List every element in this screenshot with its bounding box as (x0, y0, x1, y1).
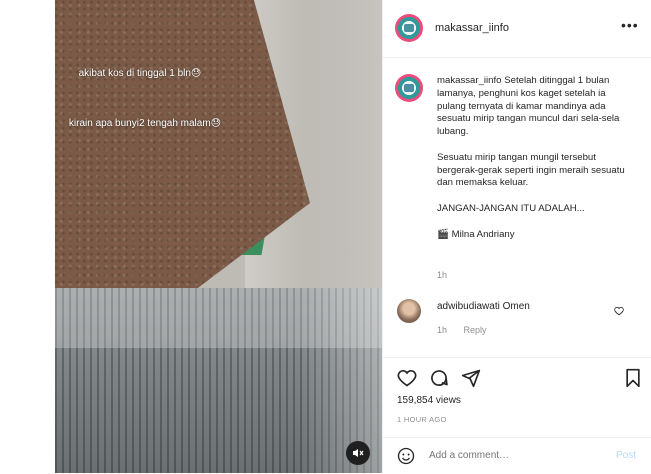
commenter-avatar[interactable] (397, 299, 421, 323)
caption-author-avatar[interactable] (395, 74, 423, 102)
author-avatar[interactable] (395, 14, 423, 42)
video-light-edge (300, 0, 382, 473)
reply-button[interactable]: Reply (464, 325, 487, 335)
speaker-muted-icon (353, 449, 364, 457)
paper-plane-icon[interactable] (461, 368, 481, 388)
comment-body: Omen (502, 301, 530, 312)
comment-heart-icon[interactable] (614, 306, 624, 316)
post-sidebar: makassar_iinfo ••• makassar_iinfo Setela… (382, 0, 651, 473)
comment-input[interactable] (429, 450, 579, 461)
caption-paragraph-3: JANGAN-JANGAN ITU ADALAH... (437, 202, 585, 214)
add-comment-row: Post (383, 437, 651, 474)
post-header: makassar_iinfo ••• (383, 0, 651, 58)
bookmark-icon[interactable] (623, 368, 643, 388)
caption-paragraph-4: 🎬 Milna Andriany (437, 228, 515, 240)
post-video[interactable]: akibat kos di tinggal 1 bln😓 kirain apa … (55, 0, 382, 473)
author-username[interactable]: makassar_iinfo (435, 22, 509, 34)
comment-username[interactable]: adwibudiawati (437, 301, 500, 312)
caption-time: 1h (437, 270, 448, 280)
mute-button[interactable] (346, 441, 370, 465)
comment: adwibudiawati Omen (437, 301, 530, 312)
post-caption: makassar_iinfo Setelah ditinggal 1 bulan… (437, 75, 633, 254)
heart-icon[interactable] (397, 368, 417, 388)
actions-divider (383, 357, 651, 358)
ellipsis-icon[interactable]: ••• (621, 17, 639, 33)
caption-paragraph-2: Sesuatu mirip tangan mungil tersebut ber… (437, 151, 625, 189)
comment-icon[interactable] (429, 368, 449, 388)
views-count[interactable]: 159,854 views (397, 395, 461, 406)
post-actions (397, 368, 642, 390)
caption-username[interactable]: makassar_iinfo (437, 75, 502, 86)
comment-time: 1h (437, 325, 448, 335)
post-timestamp: 1 HOUR AGO (397, 415, 447, 424)
video-caption-1: akibat kos di tinggal 1 bln😓 (78, 68, 202, 79)
video-caption-2: kirain apa bunyi2 tengah malam😓 (68, 118, 222, 129)
post-button[interactable]: Post (616, 450, 636, 461)
comment-meta: 1h Reply (437, 325, 501, 335)
emoji-icon[interactable] (397, 447, 415, 465)
